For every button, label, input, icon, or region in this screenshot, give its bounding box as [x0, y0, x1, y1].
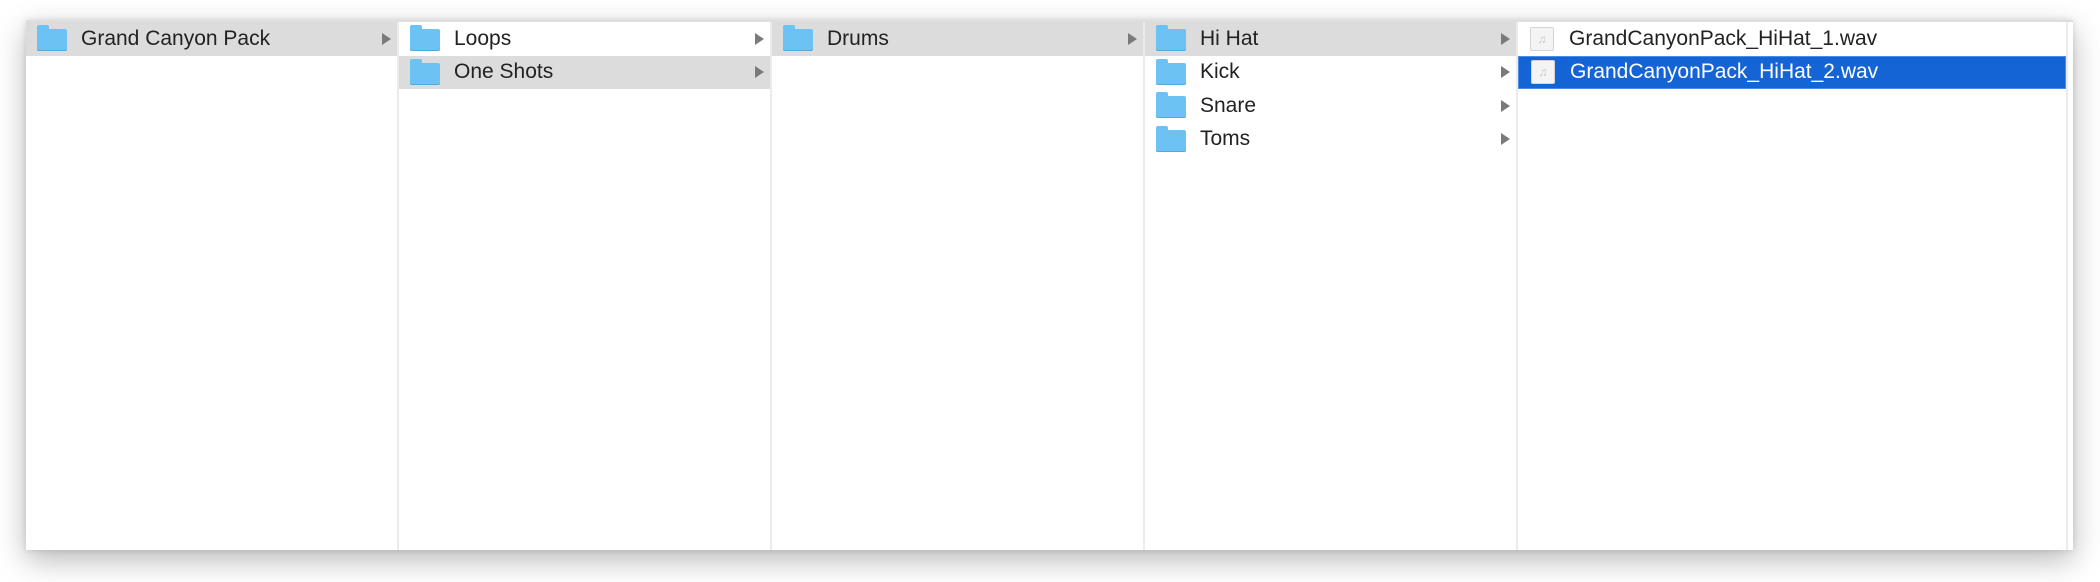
column-grand-canyon-pack[interactable]: Loops One Shots — [399, 22, 772, 550]
item-label: Kick — [1200, 60, 1240, 84]
folder-icon — [783, 25, 813, 52]
item-label: Toms — [1200, 127, 1251, 151]
column-drums[interactable]: Hi Hat Kick Snare Toms — [1145, 22, 1518, 550]
item-label: Grand Canyon Pack — [81, 26, 271, 50]
disclosure-arrow-icon — [755, 32, 764, 45]
folder-icon — [1156, 58, 1186, 85]
list-item-toms[interactable]: Toms — [1145, 123, 1516, 157]
item-label: Loops — [454, 26, 512, 50]
disclosure-arrow-icon — [1501, 133, 1510, 146]
disclosure-arrow-icon — [1501, 66, 1510, 79]
folder-icon — [1156, 25, 1186, 52]
list-item-grand-canyon-pack[interactable]: Grand Canyon Pack — [26, 22, 397, 56]
list-item-loops[interactable]: Loops — [399, 22, 770, 56]
folder-icon — [1156, 92, 1186, 119]
column-hi-hat[interactable]: ♫ GrandCanyonPack_HiHat_1.wav ♫ GrandCan… — [1518, 22, 2068, 550]
item-label: One Shots — [454, 60, 554, 84]
column-root[interactable]: Grand Canyon Pack — [26, 22, 399, 550]
item-label: GrandCanyonPack_HiHat_2.wav — [1570, 60, 1879, 84]
list-item-hihat-2-wav[interactable]: ♫ GrandCanyonPack_HiHat_2.wav — [1518, 55, 2066, 89]
disclosure-arrow-icon — [1501, 99, 1510, 112]
finder-window: Grand Canyon Pack Loops One Shots Drums … — [26, 20, 2073, 550]
list-item-hi-hat[interactable]: Hi Hat — [1145, 22, 1516, 56]
column-one-shots[interactable]: Drums — [772, 22, 1145, 550]
folder-icon — [37, 25, 67, 52]
folder-icon — [410, 25, 440, 52]
audio-file-icon: ♫ — [1530, 26, 1554, 51]
disclosure-arrow-icon — [382, 32, 391, 45]
disclosure-arrow-icon — [1128, 32, 1137, 45]
audio-file-icon: ♫ — [1531, 60, 1555, 85]
list-item-kick[interactable]: Kick — [1145, 56, 1516, 90]
item-label: GrandCanyonPack_HiHat_1.wav — [1569, 26, 1878, 50]
folder-icon — [1156, 125, 1186, 152]
disclosure-arrow-icon — [755, 66, 764, 79]
list-item-snare[interactable]: Snare — [1145, 89, 1516, 123]
item-label: Drums — [827, 26, 889, 50]
item-label: Hi Hat — [1200, 26, 1259, 50]
disclosure-arrow-icon — [1501, 32, 1510, 45]
item-label: Snare — [1200, 93, 1257, 117]
list-item-one-shots[interactable]: One Shots — [399, 55, 770, 89]
list-item-drums[interactable]: Drums — [772, 22, 1143, 56]
folder-icon — [410, 58, 440, 85]
list-item-hihat-1-wav[interactable]: ♫ GrandCanyonPack_HiHat_1.wav — [1518, 22, 2066, 56]
